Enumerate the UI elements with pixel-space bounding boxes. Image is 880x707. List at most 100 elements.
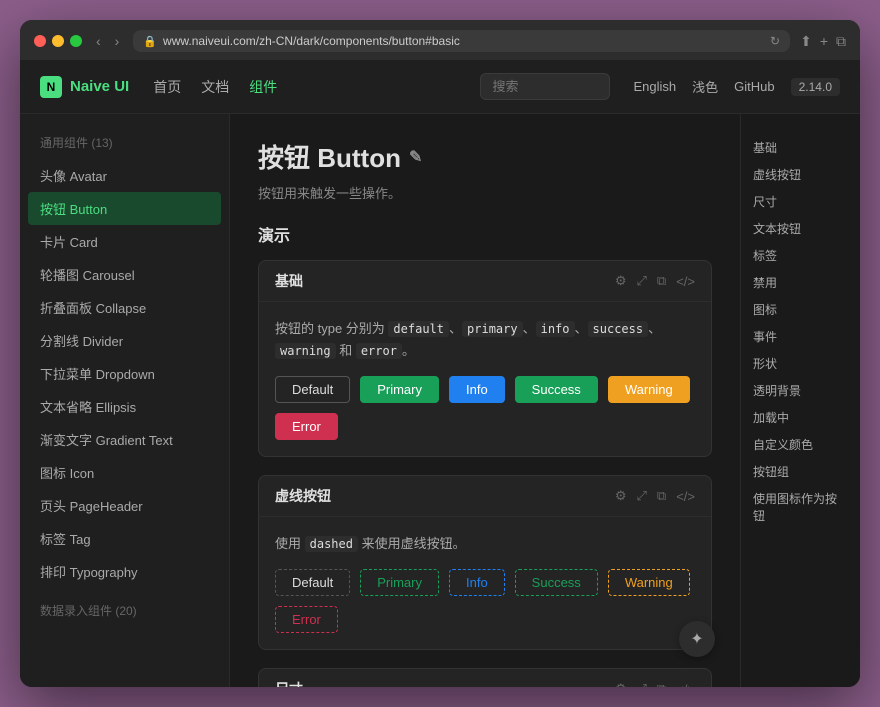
code-icon-3[interactable]: </> xyxy=(676,682,695,687)
demo-card-dashed-header: 虚线按钮 ⚙ ⤢ ⧉ </> xyxy=(259,476,711,517)
copy-icon-2[interactable]: ⧉ xyxy=(657,488,666,504)
right-sidebar-item-basic[interactable]: 基础 xyxy=(753,134,848,161)
expand-icon[interactable]: ⤢ xyxy=(637,273,647,289)
new-tab-button[interactable]: + xyxy=(820,33,828,49)
right-sidebar-item-custom-color[interactable]: 自定义颜色 xyxy=(753,431,848,458)
demo-card-size-title: 尺寸 xyxy=(275,679,303,687)
nav-components[interactable]: 组件 xyxy=(249,73,277,101)
btn-dashed-warning[interactable]: Warning xyxy=(608,569,690,596)
code-icon[interactable]: </> xyxy=(676,274,695,289)
sidebar-item-avatar[interactable]: 头像 Avatar xyxy=(20,159,229,192)
nav-right: English 浅色 GitHub 2.14.0 xyxy=(634,77,841,96)
demo-card-size: 尺寸 ⚙ ⤢ ⧉ </> xyxy=(258,668,712,687)
right-sidebar-item-dashed[interactable]: 虚线按钮 xyxy=(753,161,848,188)
right-sidebar-item-icon-as-button[interactable]: 使用图标作为按钮 xyxy=(753,485,848,529)
logo-text: Naive UI xyxy=(70,78,129,95)
right-sidebar-item-shape[interactable]: 形状 xyxy=(753,350,848,377)
sidebar-item-typography[interactable]: 排印 Typography xyxy=(20,555,229,588)
btn-success[interactable]: Success xyxy=(515,376,598,403)
nav-theme[interactable]: 浅色 xyxy=(692,77,718,96)
right-sidebar: 基础 虚线按钮 尺寸 文本按钮 标签 禁用 图标 事件 形状 透明背景 加载中 … xyxy=(740,114,860,687)
right-sidebar-item-event[interactable]: 事件 xyxy=(753,323,848,350)
right-sidebar-item-transparent[interactable]: 透明背景 xyxy=(753,377,848,404)
nav-home[interactable]: 首页 xyxy=(153,73,181,101)
sidebar-item-icon[interactable]: 图标 Icon xyxy=(20,456,229,489)
reload-icon[interactable]: ↻ xyxy=(770,34,780,48)
search-input[interactable] xyxy=(480,73,610,100)
right-sidebar-item-size[interactable]: 尺寸 xyxy=(753,188,848,215)
share-button[interactable]: ⬆ xyxy=(800,33,812,50)
sidebar-item-carousel[interactable]: 轮播图 Carousel xyxy=(20,258,229,291)
btn-default[interactable]: Default xyxy=(275,376,350,403)
forward-button[interactable]: › xyxy=(111,31,124,51)
btn-error[interactable]: Error xyxy=(275,413,338,440)
nav-language[interactable]: English xyxy=(634,79,677,94)
right-sidebar-item-icon[interactable]: 图标 xyxy=(753,296,848,323)
sidebar-item-ellipsis[interactable]: 文本省略 Ellipsis xyxy=(20,390,229,423)
btn-dashed-primary[interactable]: Primary xyxy=(360,569,439,596)
minimize-button[interactable] xyxy=(52,35,64,47)
sidebar-item-tag[interactable]: 标签 Tag xyxy=(20,522,229,555)
close-button[interactable] xyxy=(34,35,46,47)
back-button[interactable]: ‹ xyxy=(92,31,105,51)
demo-card-basic-header: 基础 ⚙ ⤢ ⧉ </> xyxy=(259,261,711,302)
btn-dashed-error[interactable]: Error xyxy=(275,606,338,633)
demo-card-size-header: 尺寸 ⚙ ⤢ ⧉ </> xyxy=(259,669,711,687)
expand-icon-3[interactable]: ⤢ xyxy=(637,681,647,687)
nav-github[interactable]: GitHub xyxy=(734,79,774,94)
sidebar-item-divider[interactable]: 分割线 Divider xyxy=(20,324,229,357)
right-sidebar-item-loading[interactable]: 加载中 xyxy=(753,404,848,431)
demo-card-dashed: 虚线按钮 ⚙ ⤢ ⧉ </> 使用 dashed 来使用虚线按钮。 xyxy=(258,475,712,650)
edit-icon[interactable]: ✎ xyxy=(409,147,422,167)
browser-chrome: ‹ › 🔒 ↻ ⬆ + ⧉ xyxy=(20,20,860,60)
right-sidebar-item-tag[interactable]: 标签 xyxy=(753,242,848,269)
sidebar: 通用组件 (13) 头像 Avatar 按钮 Button 卡片 Card 轮播… xyxy=(20,114,230,687)
settings-icon[interactable]: ⚙ xyxy=(615,273,627,289)
right-sidebar-item-disabled[interactable]: 禁用 xyxy=(753,269,848,296)
content-area: 按钮 Button ✎ 按钮用来触发一些操作。 演示 基础 ⚙ ⤢ ⧉ xyxy=(230,114,740,687)
sidebar-item-collapse[interactable]: 折叠面板 Collapse xyxy=(20,291,229,324)
btn-dashed-info[interactable]: Info xyxy=(449,569,505,596)
app-content: N Naive UI 首页 文档 组件 English 浅色 GitHub 2.… xyxy=(20,60,860,687)
sidebar-item-card[interactable]: 卡片 Card xyxy=(20,225,229,258)
demo-section-title: 演示 xyxy=(258,222,712,246)
btn-primary[interactable]: Primary xyxy=(360,376,439,403)
dashed-button-group-2: Error xyxy=(275,606,695,633)
btn-dashed-default[interactable]: Default xyxy=(275,569,350,596)
copy-icon[interactable]: ⧉ xyxy=(657,273,666,289)
btn-dashed-success[interactable]: Success xyxy=(515,569,598,596)
demo-card-basic-title: 基础 xyxy=(275,271,303,291)
demo-card-dashed-title: 虚线按钮 xyxy=(275,486,331,506)
right-sidebar-item-text[interactable]: 文本按钮 xyxy=(753,215,848,242)
demo-card-dashed-actions: ⚙ ⤢ ⧉ </> xyxy=(615,488,695,504)
expand-icon-2[interactable]: ⤢ xyxy=(637,488,647,504)
address-bar[interactable] xyxy=(163,34,764,48)
btn-warning[interactable]: Warning xyxy=(608,376,690,403)
dashed-button-group: Default Primary Info Success Warning xyxy=(275,569,695,596)
code-icon-2[interactable]: </> xyxy=(676,489,695,504)
address-bar-container: 🔒 ↻ xyxy=(133,30,790,52)
logo: N Naive UI xyxy=(40,76,129,98)
sidebar-item-dropdown[interactable]: 下拉菜单 Dropdown xyxy=(20,357,229,390)
sidebar-item-button[interactable]: 按钮 Button xyxy=(28,192,221,225)
copy-icon-3[interactable]: ⧉ xyxy=(657,681,666,687)
sidebar-section-title: 通用组件 (13) xyxy=(20,130,229,159)
floating-action-button[interactable]: ✦ xyxy=(679,621,715,657)
floating-icon: ✦ xyxy=(690,629,703,649)
settings-icon-3[interactable]: ⚙ xyxy=(615,681,627,687)
logo-icon: N xyxy=(40,76,62,98)
settings-icon-2[interactable]: ⚙ xyxy=(615,488,627,504)
maximize-button[interactable] xyxy=(70,35,82,47)
right-sidebar-item-button-group[interactable]: 按钮组 xyxy=(753,458,848,485)
sidebar-button[interactable]: ⧉ xyxy=(836,33,846,50)
sidebar-item-pageheader[interactable]: 页头 PageHeader xyxy=(20,489,229,522)
nav-docs[interactable]: 文档 xyxy=(201,73,229,101)
code-primary: primary xyxy=(462,321,523,337)
demo-dashed-description: 使用 dashed 来使用虚线按钮。 xyxy=(275,533,695,555)
lock-icon: 🔒 xyxy=(143,35,157,48)
sidebar-item-gradient[interactable]: 渐变文字 Gradient Text xyxy=(20,423,229,456)
btn-info[interactable]: Info xyxy=(449,376,505,403)
code-default: default xyxy=(388,321,449,337)
page-description: 按钮用来触发一些操作。 xyxy=(258,183,712,202)
page-title: 按钮 Button ✎ xyxy=(258,138,712,175)
